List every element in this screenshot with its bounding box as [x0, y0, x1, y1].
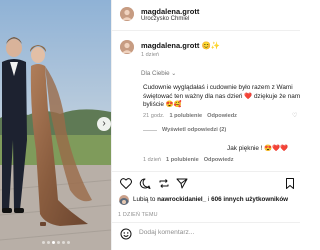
post-date: 1 DZIEŃ TEMU — [118, 212, 158, 218]
comment-filter-dropdown[interactable]: Dla Ciebie ⌄ — [141, 70, 176, 77]
comment-likes[interactable]: 1 polubienie — [169, 113, 202, 119]
comment-reply-button[interactable]: Odpowiedz — [204, 157, 234, 163]
actions-divider — [112, 171, 300, 172]
comment-meta: 21 godz. 1 polubienie Odpowiedz — [143, 113, 237, 119]
liker-avatar[interactable] — [119, 195, 129, 205]
carousel-dot — [51, 241, 55, 244]
carousel-dot — [66, 241, 70, 244]
liker-username[interactable]: nawrockidaniel_ — [157, 196, 206, 203]
caption-username-row: magdalena.grott 😊✨ — [141, 41, 220, 50]
show-replies-row[interactable]: Wyświetl odpowiedzi (2) — [143, 127, 226, 133]
post-details-panel: magdalena.grott Uroczysko Chmiel magdale… — [111, 0, 300, 250]
smile-emoji-icon: 😊 — [201, 41, 211, 50]
caption-username[interactable]: magdalena.grott — [141, 41, 199, 50]
comment-filter-label: Dla Ciebie — [141, 70, 170, 77]
comment-like-icon[interactable]: ♡ — [292, 112, 297, 119]
wedding-photo — [0, 0, 111, 250]
share-icon[interactable] — [176, 178, 188, 192]
carousel-dot — [41, 241, 45, 244]
chevron-right-icon: › — [102, 118, 106, 129]
carousel-dot — [61, 241, 65, 244]
comment-time: 1 dzień — [143, 157, 162, 163]
post-location[interactable]: Uroczysko Chmiel — [141, 16, 189, 22]
comment-likes[interactable]: 1 polubienie — [166, 157, 199, 163]
likes-prefix: Lubią to — [133, 196, 156, 203]
comment-box-divider — [112, 222, 300, 223]
author-username[interactable]: magdalena.grott — [141, 7, 199, 16]
header-divider — [112, 30, 300, 31]
comment-text: Jak pięknie ! 😍❤️❤️ — [227, 145, 289, 152]
add-comment-input[interactable]: Dodaj komentarz... — [139, 229, 194, 236]
comment-text: Cudownie wyglądałaś i cudownie było raze… — [143, 84, 300, 109]
likes-summary: Lubią to nawrockidaniel_ i 606 innych uż… — [133, 196, 288, 203]
chevron-down-icon: ⌄ — [171, 71, 177, 77]
caption-time: 1 dzień — [141, 52, 160, 58]
smiley-icon[interactable] — [120, 227, 132, 240]
author-avatar[interactable] — [120, 7, 134, 21]
carousel-indicator — [0, 241, 111, 244]
comment-reply-button[interactable]: Odpowiedz — [207, 113, 237, 119]
comment-meta: 1 dzień 1 polubienie Odpowiedz — [143, 157, 234, 163]
bookmark-icon[interactable] — [285, 178, 295, 192]
post-photo[interactable]: › — [0, 0, 111, 250]
carousel-dot — [46, 241, 50, 244]
sparkle-emoji-icon: ✨ — [210, 41, 221, 50]
carousel-dot — [56, 241, 60, 244]
repost-icon[interactable] — [158, 178, 170, 192]
likes-mid: i — [207, 196, 210, 203]
show-replies-button[interactable]: Wyświetl odpowiedzi (2) — [162, 127, 226, 133]
next-photo-button[interactable]: › — [97, 117, 111, 131]
heart-icon[interactable] — [120, 178, 132, 192]
comment-time: 21 godz. — [143, 113, 165, 119]
comment-icon[interactable] — [139, 178, 151, 192]
caption-author-avatar[interactable] — [120, 40, 134, 54]
likes-count[interactable]: 606 innych użytkowników — [211, 196, 288, 203]
